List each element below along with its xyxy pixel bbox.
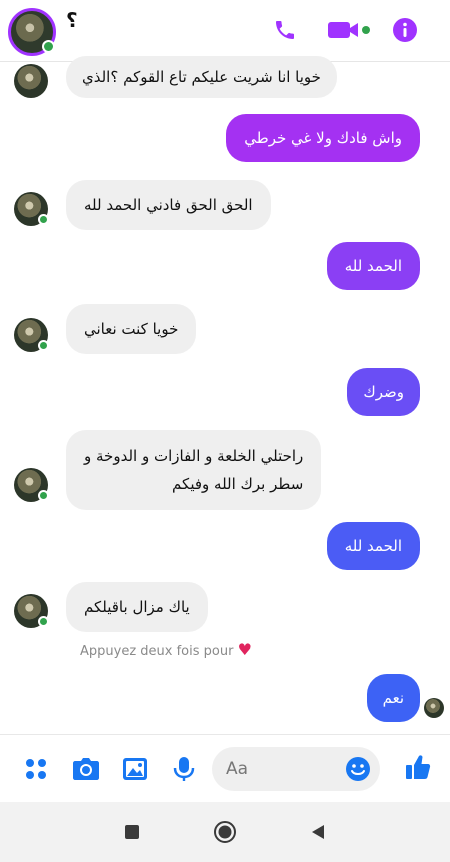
message-composer bbox=[0, 734, 450, 802]
heart-icon: ♥ bbox=[237, 640, 252, 659]
video-camera-icon[interactable] bbox=[326, 14, 374, 46]
gallery-icon[interactable] bbox=[121, 755, 149, 783]
back-icon[interactable] bbox=[306, 820, 330, 844]
camera-icon[interactable] bbox=[72, 755, 100, 783]
online-status-dot bbox=[38, 340, 49, 351]
outgoing-message[interactable]: نعم bbox=[366, 674, 420, 722]
online-status-dot bbox=[38, 490, 49, 501]
online-status-dot bbox=[38, 214, 49, 225]
incoming-message[interactable]: خويا كنت نعاني bbox=[66, 304, 197, 354]
info-icon[interactable] bbox=[390, 14, 420, 46]
online-status-dot bbox=[42, 40, 55, 53]
outgoing-message[interactable]: الحمد لله bbox=[326, 522, 420, 570]
message-list[interactable]: خويا انا شريت عليكم تاع القوكم ؟الذي واش… bbox=[0, 56, 450, 734]
incoming-message[interactable]: الحق الحق فادني الحمد لله bbox=[66, 180, 271, 230]
read-receipt-avatar bbox=[424, 698, 444, 718]
double-tap-hint: Appuyez deux fois pour ♥ bbox=[80, 640, 252, 659]
incoming-message[interactable]: خويا انا شريت عليكم تاع القوكم ؟الذي bbox=[66, 56, 337, 98]
home-icon[interactable] bbox=[213, 820, 237, 844]
microphone-icon[interactable] bbox=[170, 755, 198, 783]
incoming-message[interactable]: ياك مزال باقيلكم bbox=[66, 582, 208, 632]
phone-icon[interactable] bbox=[270, 14, 300, 46]
emoji-icon[interactable] bbox=[344, 755, 372, 783]
system-navigation-bar bbox=[0, 802, 450, 862]
outgoing-message[interactable]: الحمد لله bbox=[326, 242, 420, 290]
like-icon[interactable] bbox=[404, 753, 432, 781]
chat-header: ؟ bbox=[0, 0, 450, 62]
message-line: سطر برك الله وفيكم bbox=[172, 475, 304, 493]
contact-avatar-small bbox=[14, 64, 48, 98]
outgoing-message[interactable]: وضرك bbox=[347, 368, 420, 416]
menu-dots-icon[interactable] bbox=[22, 755, 50, 783]
contact-name[interactable]: ؟ bbox=[66, 8, 78, 32]
online-status-dot bbox=[38, 616, 49, 627]
message-line: راحتلي الخلعة و الفازات و الدوخة و bbox=[84, 447, 304, 465]
incoming-message[interactable]: راحتلي الخلعة و الفازات و الدوخة و سطر ب… bbox=[66, 430, 322, 510]
outgoing-message[interactable]: واش فادك ولا غي خرطي bbox=[226, 114, 420, 162]
hint-text: Appuyez deux fois pour bbox=[80, 644, 234, 659]
recent-apps-icon[interactable] bbox=[120, 820, 144, 844]
